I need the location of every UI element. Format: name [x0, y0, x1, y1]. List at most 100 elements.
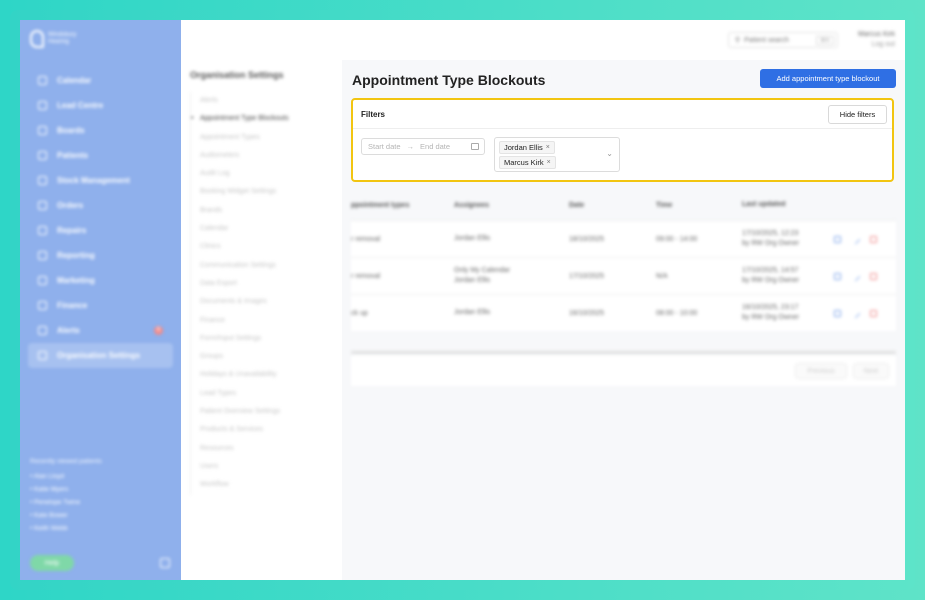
assignee-tag: Marcus Kirk ×: [499, 156, 556, 169]
settings-nav-item[interactable]: Groups: [200, 348, 340, 366]
next-button[interactable]: Next: [853, 363, 889, 379]
column-header[interactable]: Assignees: [454, 202, 569, 209]
hide-filters-button[interactable]: Hide filters: [828, 105, 887, 124]
sidebar-item-label: Lead Centre: [57, 101, 104, 110]
settings-nav-item[interactable]: Lead Types: [200, 385, 340, 403]
sidebar-item[interactable]: Calendar: [28, 68, 173, 93]
end-date-input[interactable]: End date: [420, 142, 450, 151]
settings-nav-item[interactable]: Alerts: [200, 92, 340, 110]
orders-icon: [38, 201, 47, 210]
settings-nav-item[interactable]: Finance: [200, 312, 340, 330]
collapse-sidebar-icon[interactable]: [160, 558, 170, 568]
date-cell: 17/10/2025: [569, 272, 605, 280]
patient-search[interactable]: ⚲ Patient search ⌘K: [728, 32, 838, 48]
settings-nav-item[interactable]: Communication Settings: [200, 257, 340, 275]
brand-logo[interactable]: Windsbury Hearing: [30, 30, 88, 48]
user-menu[interactable]: Marcus Kirk Log out: [850, 30, 895, 50]
updated-date: 17/10/2025, 14:57: [742, 267, 799, 274]
recent-patient-link[interactable]: • Kate Bower: [30, 512, 102, 525]
add-blockout-button[interactable]: Add appointment type blockout: [760, 69, 896, 88]
chevron-down-icon: ⌄: [606, 149, 613, 158]
assignees-cell: Only My Calendar Jordan Ellis: [454, 266, 569, 286]
settings-nav-item[interactable]: Appointment Type Blockouts: [200, 110, 340, 128]
settings-nav-item[interactable]: Booking Widget Settings: [200, 183, 340, 201]
sidebar-item[interactable]: Reporting: [28, 243, 173, 268]
remove-tag-icon[interactable]: ×: [547, 159, 551, 166]
delete-icon[interactable]: [870, 309, 877, 317]
assignees-cell: Jordan Ellis: [454, 234, 569, 244]
date-range-picker[interactable]: Start date → End date: [361, 138, 485, 155]
wrench-icon: [38, 226, 47, 235]
edit-icon[interactable]: [850, 308, 861, 318]
assignee-name: Jordan Ellis: [454, 235, 491, 242]
updated-date: 16/10/2025, 23:17: [742, 304, 799, 311]
settings-nav-item[interactable]: Audit Log: [200, 165, 340, 183]
sidebar-item[interactable]: Patients: [28, 143, 173, 168]
settings-nav-item[interactable]: Data Export: [200, 275, 340, 293]
sidebar-item-label: Organisation Settings: [57, 351, 141, 360]
previous-button[interactable]: Previous: [795, 363, 847, 379]
sidebar-item-label: Boards: [57, 126, 85, 135]
settings-nav-item[interactable]: Holidays & Unavailability: [200, 366, 340, 384]
settings-nav-item[interactable]: Patient Overview Settings: [200, 403, 340, 421]
help-button[interactable]: Help: [30, 555, 74, 571]
sidebar-item[interactable]: Marketing: [28, 268, 173, 293]
date-cell: 16/10/2025: [569, 309, 605, 317]
column-header[interactable]: Last updated: [742, 200, 832, 210]
table-row: ck up Jordan Ellis 16/10/2025 08:00 - 10…: [351, 294, 896, 331]
sidebar-item[interactable]: Alerts 5: [28, 318, 173, 343]
column-header[interactable]: Time: [656, 202, 742, 209]
copy-icon[interactable]: [834, 235, 841, 243]
copy-icon[interactable]: [834, 272, 841, 280]
time-cell: N/A: [656, 272, 668, 280]
delete-icon[interactable]: [870, 272, 877, 280]
logout-link[interactable]: Log out: [850, 40, 895, 50]
filters-label: Filters: [361, 110, 386, 119]
assignee-tag-label: Jordan Ellis: [504, 143, 543, 152]
user-name: Marcus Kirk: [858, 31, 895, 38]
settings-nav-item[interactable]: Form/Input Settings: [200, 330, 340, 348]
recent-patient-link[interactable]: • Penelope Twine: [30, 499, 102, 512]
edit-icon[interactable]: [850, 234, 861, 244]
sidebar-item[interactable]: Lead Centre: [28, 93, 173, 118]
sidebar-item[interactable]: Repairs: [28, 218, 173, 243]
sidebar-item[interactable]: Organisation Settings: [28, 343, 173, 368]
settings-nav-item[interactable]: Documents & Images: [200, 293, 340, 311]
pagination: Previous Next: [351, 356, 896, 386]
sidebar-item-label: Repairs: [57, 226, 87, 235]
time-cell: 08:00 - 10:00: [656, 309, 698, 317]
sidebar-item[interactable]: Orders: [28, 193, 173, 218]
mail-icon: [38, 276, 47, 285]
sidebar-item-label: Orders: [57, 201, 84, 210]
settings-nav-item[interactable]: Audiometers: [200, 147, 340, 165]
start-date-input[interactable]: Start date: [368, 142, 401, 151]
chart-icon: [38, 251, 47, 260]
recent-title: Recently viewed patients: [30, 458, 102, 465]
recent-patient-link[interactable]: • Alan Lloyd: [30, 473, 102, 486]
settings-nav-item[interactable]: Calendar: [200, 220, 340, 238]
column-header[interactable]: ppointment types: [351, 202, 454, 209]
blockouts-table: ppointment types Assignees Date Time Las…: [351, 190, 896, 331]
headset-icon: [38, 101, 47, 110]
edit-icon[interactable]: [850, 271, 861, 281]
sidebar-item[interactable]: Boards: [28, 118, 173, 143]
delete-icon[interactable]: [870, 235, 877, 243]
settings-nav-item[interactable]: Products & Services: [200, 421, 340, 439]
settings-nav-item[interactable]: Appointment Types: [200, 129, 340, 147]
recent-patient-link[interactable]: • Keith Webb: [30, 525, 102, 538]
copy-icon[interactable]: [834, 309, 841, 317]
sidebar-item[interactable]: Finance: [28, 293, 173, 318]
settings-nav-item[interactable]: Clinics: [200, 238, 340, 256]
recent-patient-link[interactable]: • Katie Myers: [30, 486, 102, 499]
settings-nav-item[interactable]: Resources: [200, 440, 340, 458]
sidebar-item[interactable]: Stock Management: [28, 168, 173, 193]
assignee-select[interactable]: Jordan Ellis × Marcus Kirk × ⌄: [494, 137, 620, 172]
settings-nav-item[interactable]: Brands: [200, 202, 340, 220]
settings-nav-item[interactable]: Workflow: [200, 476, 340, 494]
column-header[interactable]: Date: [569, 202, 656, 209]
remove-tag-icon[interactable]: ×: [546, 144, 550, 151]
settings-title: Organisation Settings: [190, 70, 284, 80]
settings-nav-item[interactable]: Users: [200, 458, 340, 476]
table-row: r removal Only My Calendar Jordan Ellis 1…: [351, 257, 896, 294]
horizontal-scrollbar[interactable]: [351, 351, 896, 354]
